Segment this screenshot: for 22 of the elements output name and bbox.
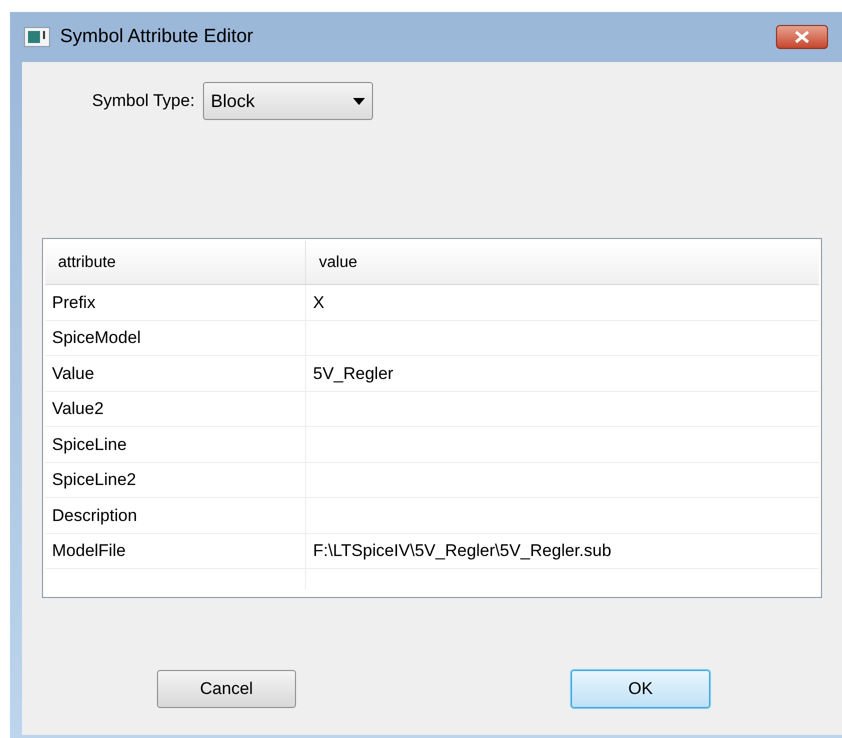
- app-window-icon: [24, 27, 50, 47]
- column-header[interactable]: value: [306, 241, 819, 284]
- symbol-type-label: Symbol Type:: [92, 90, 195, 112]
- table-cell: SpiceLine2: [45, 462, 306, 497]
- close-icon: [794, 31, 810, 43]
- close-button[interactable]: [776, 25, 828, 49]
- table-cell-text: F:\LTSpiceIV\5V_Regler\5V_Regler.sub: [313, 540, 612, 562]
- ok-button[interactable]: OK: [571, 670, 710, 708]
- column-header[interactable]: attribute: [45, 241, 306, 284]
- table-cell-text: X: [313, 292, 324, 314]
- table-cell: SpiceModel: [45, 320, 306, 355]
- cancel-button[interactable]: Cancel: [157, 670, 296, 708]
- symbol-type-dropdown[interactable]: Block: [202, 82, 373, 120]
- table-cell: Value: [45, 356, 306, 390]
- window-title: Symbol Attribute Editor: [60, 24, 254, 49]
- table-cell-text: 5V_Regler: [313, 362, 394, 384]
- table-cell: ModelFile: [45, 534, 306, 568]
- table-cell: Value2: [45, 392, 306, 426]
- caret-icon: [352, 98, 365, 104]
- table-cell: SpiceLine: [45, 427, 306, 462]
- table-cell: Description: [45, 498, 306, 532]
- table-cell: Prefix: [45, 285, 306, 320]
